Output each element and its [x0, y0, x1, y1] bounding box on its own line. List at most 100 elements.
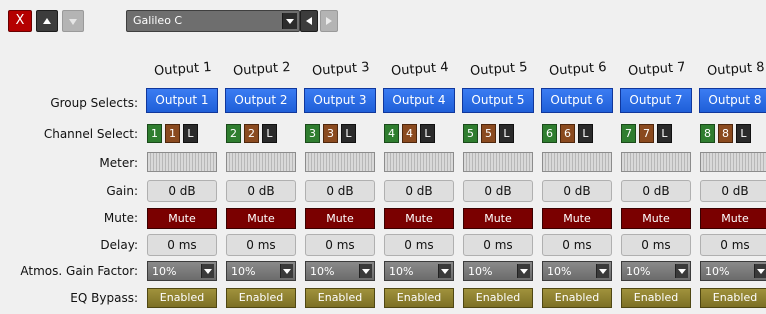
output-header: Output 5	[469, 60, 529, 79]
group-select-button[interactable]: Output 2	[225, 88, 297, 113]
row-label-mute: Mute:	[103, 211, 138, 225]
mute-button[interactable]: Mute	[700, 208, 766, 229]
channel-button[interactable]: 5	[463, 124, 478, 143]
output-header: Output 7	[627, 60, 687, 79]
level-meter	[542, 152, 612, 172]
eq-bypass-button[interactable]: Enabled	[542, 288, 612, 308]
eq-bypass-button[interactable]: Enabled	[384, 288, 454, 308]
channel-alt-button[interactable]: 1	[165, 124, 180, 143]
output-column-5: Output 5 Output 5 5 5 L 0 dB Mute 0 ms 1…	[462, 0, 536, 314]
eq-bypass-button[interactable]: Enabled	[621, 288, 691, 308]
link-button[interactable]: L	[183, 124, 198, 143]
mute-button[interactable]: Mute	[384, 208, 454, 229]
atmos-gain-value: 10%	[468, 265, 493, 278]
mute-button[interactable]: Mute	[147, 208, 217, 229]
gain-field[interactable]: 0 dB	[542, 180, 612, 202]
delay-field[interactable]: 0 ms	[621, 234, 691, 256]
channel-button[interactable]: 1	[147, 124, 162, 143]
eq-bypass-button[interactable]: Enabled	[226, 288, 296, 308]
atmos-gain-value: 10%	[705, 265, 730, 278]
group-select-button[interactable]: Output 7	[620, 88, 692, 113]
group-select-button[interactable]: Output 3	[304, 88, 376, 113]
output-header: Output 1	[153, 60, 213, 79]
row-label-eq-bypass: EQ Bypass:	[70, 291, 138, 305]
atmos-gain-select[interactable]: 10%	[621, 261, 691, 281]
channel-alt-button[interactable]: 2	[244, 124, 259, 143]
gain-field[interactable]: 0 dB	[700, 180, 766, 202]
output-header: Output 4	[390, 60, 450, 79]
link-button[interactable]: L	[341, 124, 356, 143]
group-select-button[interactable]: Output 5	[462, 88, 534, 113]
mute-button[interactable]: Mute	[463, 208, 533, 229]
eq-bypass-button[interactable]: Enabled	[463, 288, 533, 308]
link-button[interactable]: L	[578, 124, 593, 143]
close-button[interactable]: X	[8, 10, 32, 32]
delay-field[interactable]: 0 ms	[463, 234, 533, 256]
atmos-gain-select[interactable]: 10%	[384, 261, 454, 281]
chevron-down-icon	[201, 264, 214, 278]
channel-alt-button[interactable]: 6	[560, 124, 575, 143]
mute-button[interactable]: Mute	[621, 208, 691, 229]
atmos-gain-value: 10%	[152, 265, 177, 278]
level-meter	[147, 152, 217, 172]
channel-button[interactable]: 4	[384, 124, 399, 143]
mute-button[interactable]: Mute	[226, 208, 296, 229]
move-down-button[interactable]	[62, 10, 84, 32]
atmos-gain-select[interactable]: 10%	[305, 261, 375, 281]
gain-field[interactable]: 0 dB	[384, 180, 454, 202]
delay-field[interactable]: 0 ms	[305, 234, 375, 256]
atmos-gain-value: 10%	[231, 265, 256, 278]
eq-bypass-button[interactable]: Enabled	[305, 288, 375, 308]
group-select-button[interactable]: Output 1	[146, 88, 218, 113]
link-button[interactable]: L	[262, 124, 277, 143]
row-label-atmos-gain: Atmos. Gain Factor:	[20, 264, 138, 278]
channel-button[interactable]: 6	[542, 124, 557, 143]
eq-bypass-button[interactable]: Enabled	[147, 288, 217, 308]
channel-alt-button[interactable]: 3	[323, 124, 338, 143]
delay-field[interactable]: 0 ms	[384, 234, 454, 256]
atmos-gain-select[interactable]: 10%	[147, 261, 217, 281]
gain-field[interactable]: 0 dB	[621, 180, 691, 202]
atmos-gain-select[interactable]: 10%	[226, 261, 296, 281]
channel-button[interactable]: 3	[305, 124, 320, 143]
channel-button[interactable]: 8	[700, 124, 715, 143]
level-meter	[463, 152, 533, 172]
level-meter	[621, 152, 691, 172]
group-select-button[interactable]: Output 6	[541, 88, 613, 113]
delay-field[interactable]: 0 ms	[147, 234, 217, 256]
gain-field[interactable]: 0 dB	[463, 180, 533, 202]
channel-alt-button[interactable]: 8	[718, 124, 733, 143]
delay-field[interactable]: 0 ms	[700, 234, 766, 256]
link-button[interactable]: L	[499, 124, 514, 143]
move-up-button[interactable]	[36, 10, 58, 32]
channel-alt-button[interactable]: 7	[639, 124, 654, 143]
mute-button[interactable]: Mute	[542, 208, 612, 229]
atmos-gain-select[interactable]: 10%	[463, 261, 533, 281]
gain-field[interactable]: 0 dB	[226, 180, 296, 202]
output-column-6: Output 6 Output 6 6 6 L 0 dB Mute 0 ms 1…	[541, 0, 615, 314]
chevron-down-icon	[754, 264, 766, 278]
channel-button[interactable]: 2	[226, 124, 241, 143]
channel-alt-button[interactable]: 5	[481, 124, 496, 143]
group-select-button[interactable]: Output 4	[383, 88, 455, 113]
atmos-gain-select[interactable]: 10%	[542, 261, 612, 281]
delay-field[interactable]: 0 ms	[226, 234, 296, 256]
chevron-down-icon	[438, 264, 451, 278]
output-column-3: Output 3 Output 3 3 3 L 0 dB Mute 0 ms 1…	[304, 0, 378, 314]
atmos-gain-select[interactable]: 10%	[700, 261, 766, 281]
gain-field[interactable]: 0 dB	[147, 180, 217, 202]
link-button[interactable]: L	[420, 124, 435, 143]
eq-bypass-button[interactable]: Enabled	[700, 288, 766, 308]
link-button[interactable]: L	[657, 124, 672, 143]
channel-button[interactable]: 7	[621, 124, 636, 143]
group-select-button[interactable]: Output 8	[699, 88, 766, 113]
mute-button[interactable]: Mute	[305, 208, 375, 229]
atmos-gain-value: 10%	[310, 265, 335, 278]
output-header: Output 2	[232, 60, 292, 79]
delay-field[interactable]: 0 ms	[542, 234, 612, 256]
gain-field[interactable]: 0 dB	[305, 180, 375, 202]
link-button[interactable]: L	[736, 124, 751, 143]
channel-alt-button[interactable]: 4	[402, 124, 417, 143]
row-label-delay: Delay:	[100, 238, 138, 252]
atmos-gain-value: 10%	[626, 265, 651, 278]
